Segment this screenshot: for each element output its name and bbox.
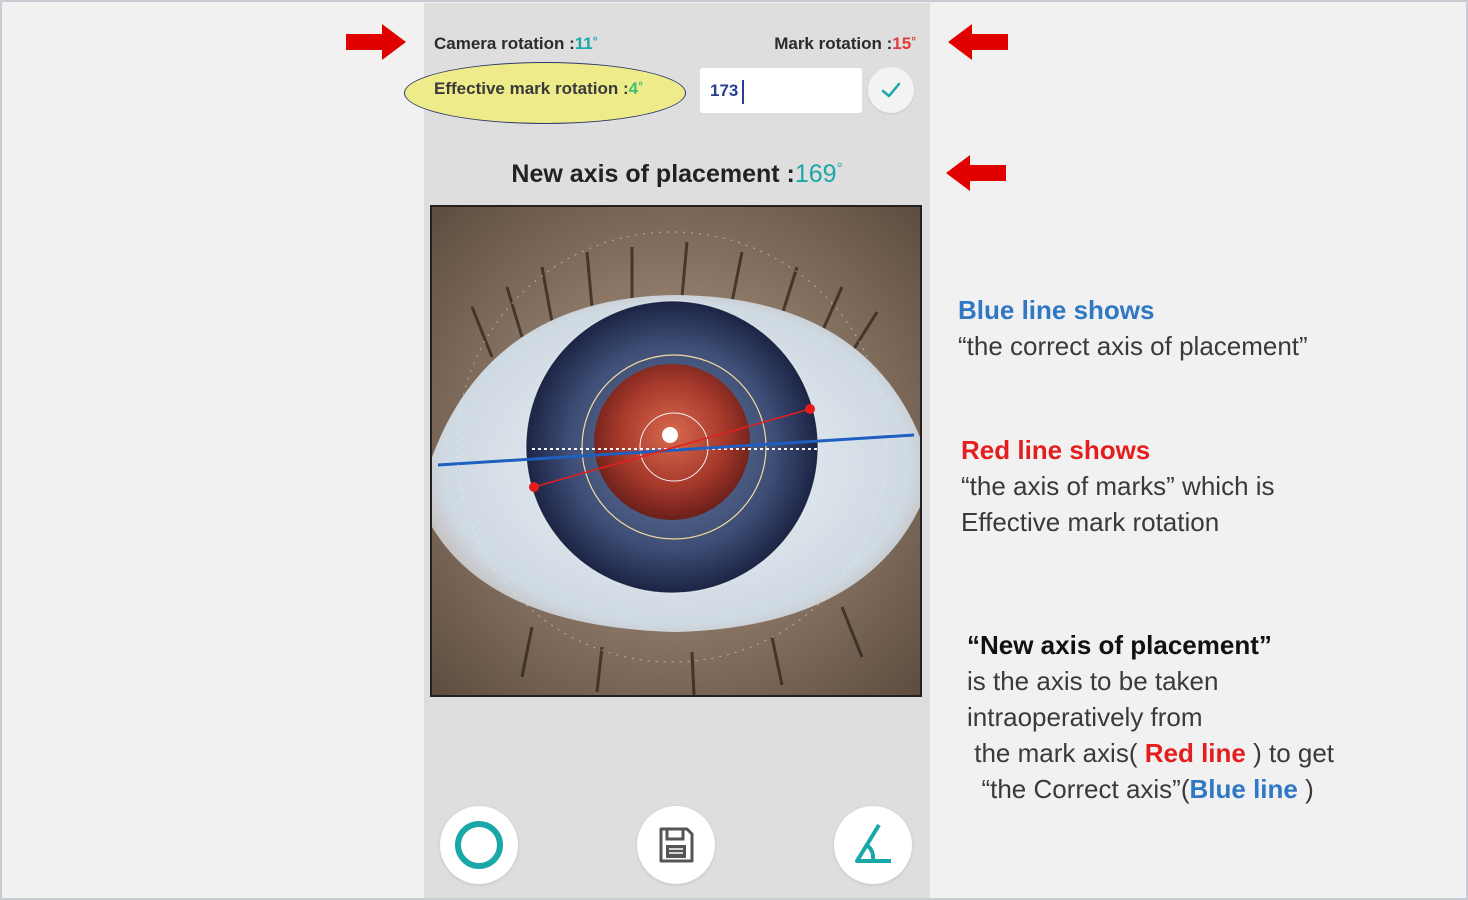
new-axis-note-line-3: the mark axis( Red line ) to get xyxy=(967,735,1334,771)
effective-rotation-readout: Effective mark rotation :4° xyxy=(434,79,643,99)
mark-rotation-label: Mark rotation : xyxy=(774,34,893,53)
camera-rotation-value: 11 xyxy=(574,34,593,53)
red-line-title: Red line shows xyxy=(961,435,1151,465)
new-axis-readout: New axis of placement :169° xyxy=(424,160,930,189)
eye-image[interactable] xyxy=(430,205,922,697)
degree-symbol: ° xyxy=(836,160,843,177)
axis-input[interactable] xyxy=(700,68,862,113)
mark-rotation-value: 15 xyxy=(892,34,912,53)
degree-symbol: ° xyxy=(638,79,643,93)
effective-rotation-value: 4 xyxy=(628,79,639,98)
camera-rotation-label: Camera rotation : xyxy=(434,34,575,53)
red-arrow-icon xyxy=(948,24,1008,60)
new-axis-note-4b: ) xyxy=(1297,774,1314,804)
angle-tool-button[interactable] xyxy=(834,806,912,884)
new-axis-note-4a: “the Correct axis”( xyxy=(981,774,1190,804)
new-axis-value: 169 xyxy=(794,160,837,188)
red-line-note: Red line shows “the axis of marks” which… xyxy=(961,432,1275,540)
red-line-desc-2: Effective mark rotation xyxy=(961,507,1220,537)
new-axis-note-3b: ) to get xyxy=(1245,738,1335,768)
blue-line-desc: “the correct axis of placement” xyxy=(958,331,1308,361)
save-button[interactable] xyxy=(637,806,715,884)
new-axis-note-title: “New axis of placement” xyxy=(967,630,1272,660)
red-line-desc-1: “the axis of marks” which is xyxy=(961,471,1275,501)
red-arrow-icon xyxy=(346,24,406,60)
new-axis-note-3a: the mark axis( xyxy=(974,738,1145,768)
blue-line-note: Blue line shows “the correct axis of pla… xyxy=(958,292,1308,364)
circle-tool-button[interactable] xyxy=(440,806,518,884)
camera-rotation-readout: Camera rotation :11° xyxy=(434,34,598,54)
text-caret xyxy=(742,80,744,104)
circle-icon xyxy=(455,821,503,869)
new-axis-note-line-4: “the Correct axis”(Blue line ) xyxy=(967,771,1334,807)
phone-screen: Camera rotation :11° Mark rotation :15° … xyxy=(404,3,930,898)
new-axis-note-3-red: Red line xyxy=(1144,738,1246,768)
new-axis-label: New axis of placement : xyxy=(511,160,795,188)
new-axis-note-line-2: intraoperatively from xyxy=(967,702,1203,732)
mark-rotation-readout: Mark rotation :15° xyxy=(774,34,916,54)
blue-line-title: Blue line shows xyxy=(958,295,1155,325)
save-icon xyxy=(659,827,694,863)
degree-symbol: ° xyxy=(592,34,598,48)
new-axis-note: “New axis of placement” is the axis to b… xyxy=(967,627,1334,807)
degree-symbol: ° xyxy=(911,34,916,48)
confirm-button[interactable] xyxy=(868,67,914,113)
angle-icon xyxy=(855,823,891,863)
eye-photo xyxy=(432,207,920,695)
new-axis-note-4-blue: Blue line xyxy=(1189,774,1298,804)
red-arrow-icon xyxy=(946,155,1006,191)
check-icon xyxy=(881,82,901,98)
effective-rotation-label: Effective mark rotation : xyxy=(434,79,629,98)
new-axis-note-line-1: is the axis to be taken xyxy=(967,666,1219,696)
